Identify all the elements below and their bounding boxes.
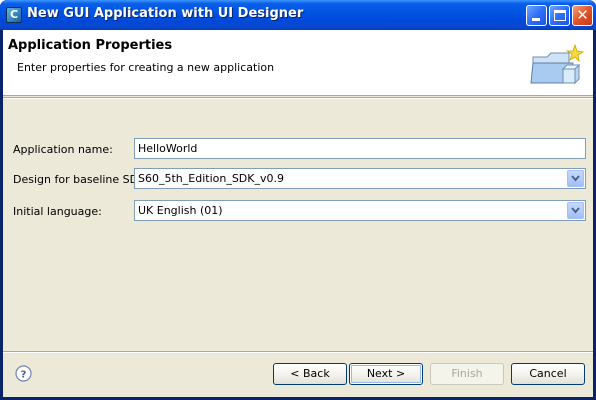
banner-separator: [3, 97, 593, 99]
close-button[interactable]: ✕: [572, 5, 593, 26]
language-dropdown-button[interactable]: [567, 202, 584, 219]
sdk-value: S60_5th_Edition_SDK_v0.9: [138, 172, 284, 185]
sdk-label: Design for baseline SDK:: [13, 173, 150, 186]
back-button[interactable]: < Back: [273, 363, 347, 385]
close-icon: ✕: [576, 6, 589, 24]
page-description: Enter properties for creating a new appl…: [17, 61, 275, 74]
app-name-input[interactable]: HelloWorld: [134, 138, 586, 159]
language-label: Initial language:: [13, 205, 102, 218]
title-bar[interactable]: C New GUI Application with UI Designer ✕: [0, 0, 596, 30]
chevron-down-icon: [571, 175, 580, 182]
minimize-button[interactable]: [526, 5, 547, 26]
app-icon: C: [6, 7, 22, 23]
button-separator: [3, 351, 593, 353]
chevron-down-icon: [571, 207, 580, 214]
minimize-icon: [532, 18, 540, 21]
new-folder-wizard-icon: [530, 43, 585, 85]
language-select[interactable]: UK English (01): [134, 200, 586, 221]
svg-text:?: ?: [21, 370, 27, 381]
wizard-window: C New GUI Application with UI Designer ✕…: [0, 0, 596, 400]
maximize-icon: [554, 10, 566, 21]
page-title: Application Properties: [8, 38, 173, 53]
app-name-label: Application name:: [13, 143, 113, 156]
dialog-body: Application Properties Enter properties …: [3, 30, 593, 397]
language-value: UK English (01): [138, 204, 223, 217]
sdk-select[interactable]: S60_5th_Edition_SDK_v0.9: [134, 168, 586, 189]
maximize-button[interactable]: [549, 5, 570, 26]
help-icon[interactable]: ?: [15, 365, 32, 382]
finish-button[interactable]: Finish: [430, 363, 504, 385]
sdk-dropdown-button[interactable]: [567, 170, 584, 187]
cancel-button[interactable]: Cancel: [511, 363, 585, 385]
next-button[interactable]: Next >: [349, 363, 423, 385]
window-title: New GUI Application with UI Designer: [27, 6, 304, 21]
wizard-banner: Application Properties Enter properties …: [3, 30, 593, 96]
app-name-value: HelloWorld: [138, 142, 198, 155]
